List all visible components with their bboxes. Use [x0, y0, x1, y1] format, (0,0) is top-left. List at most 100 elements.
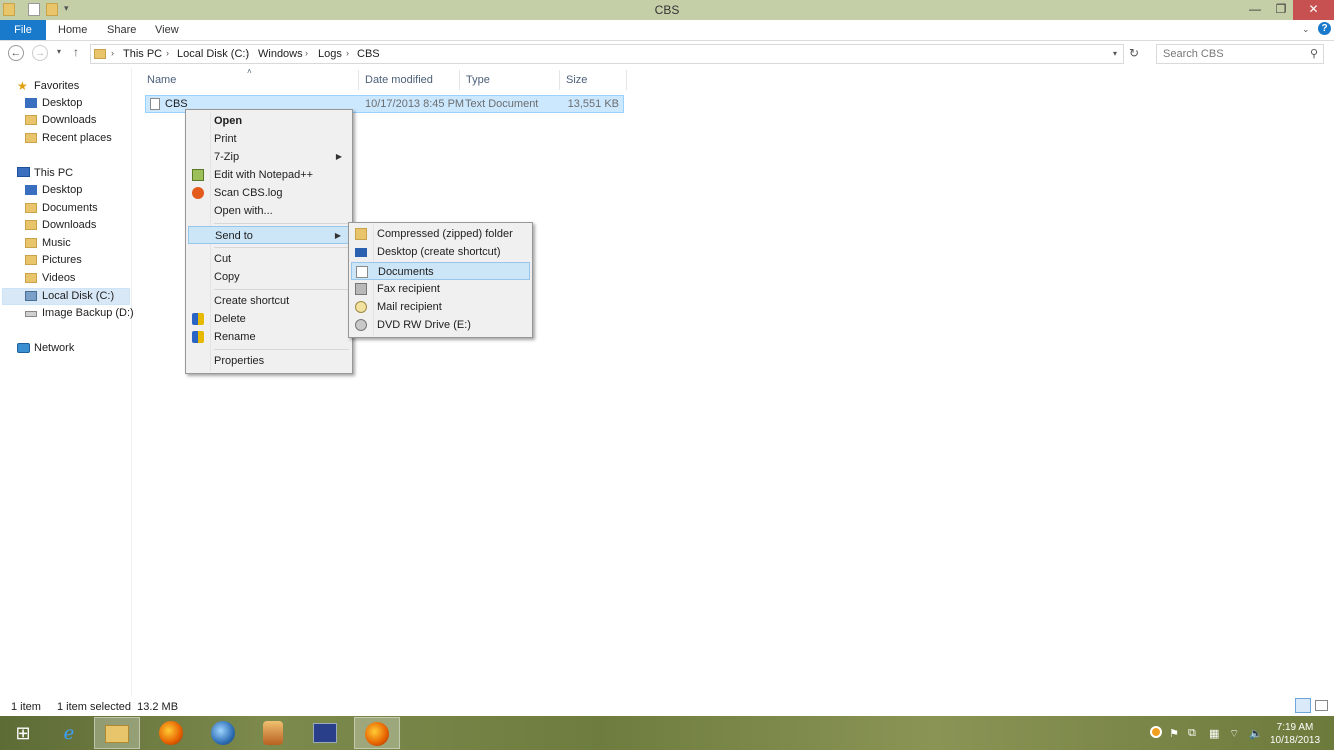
nav-favorites-downloads[interactable]: Downloads	[25, 112, 96, 129]
file-type: Text Document	[465, 98, 539, 110]
menu-item-rename[interactable]: Rename	[188, 328, 350, 346]
start-icon[interactable]: ⊞	[0, 717, 46, 749]
search-icon[interactable]: ⚲	[1310, 47, 1318, 60]
breadcrumb-logs[interactable]: Logs	[318, 48, 342, 60]
column-divider[interactable]	[626, 70, 627, 90]
sendto-documents[interactable]: Documents	[351, 262, 530, 280]
firefox-icon[interactable]	[148, 717, 194, 749]
window-title: CBS	[654, 3, 680, 17]
sendto-fax-recipient[interactable]: Fax recipient	[351, 280, 530, 298]
network-icon	[17, 343, 30, 353]
nav-favorites-desktop[interactable]: Desktop	[25, 95, 82, 112]
menu-item-delete[interactable]: Delete	[188, 310, 350, 328]
tab-home[interactable]: Home	[58, 20, 87, 40]
app-icon[interactable]	[250, 717, 296, 749]
address-row: ← → ▾ ↑ › This PC › Local Disk (C:) › Wi…	[0, 41, 1334, 67]
up-arrow-icon[interactable]: ↑	[73, 45, 79, 59]
back-button[interactable]: ←	[8, 45, 24, 61]
clock[interactable]: 7:19 AM 10/18/2013	[1266, 721, 1324, 747]
calendar-icon[interactable]: ▦	[1209, 727, 1219, 740]
close-button[interactable]: ✕	[1293, 0, 1334, 20]
recent-locations-icon[interactable]: ▾	[57, 47, 61, 56]
chevron-right-icon[interactable]: ›	[246, 48, 249, 58]
nav-pc-pictures[interactable]: Pictures	[25, 252, 82, 269]
address-bar[interactable]: › This PC › Local Disk (C:) › Windows › …	[90, 44, 1124, 64]
refresh-icon[interactable]: ↻	[1129, 46, 1139, 60]
navigation-pane	[0, 68, 132, 696]
firefox-icon[interactable]	[354, 717, 400, 749]
menu-item-print[interactable]: Print	[188, 130, 350, 148]
sendto-compressed-folder[interactable]: Compressed (zipped) folder	[351, 225, 530, 243]
chevron-right-icon[interactable]: ›	[305, 48, 308, 58]
antivirus-icon	[192, 187, 204, 199]
videos-icon	[25, 273, 37, 283]
file-explorer-icon[interactable]	[94, 717, 140, 749]
maximize-button[interactable]: ❐	[1268, 0, 1294, 20]
nav-pc-music[interactable]: Music	[25, 235, 71, 252]
large-icons-view-icon[interactable]	[1315, 700, 1328, 711]
nav-this-pc[interactable]: This PC	[34, 165, 73, 182]
wifi-icon[interactable]: ⌔	[1229, 727, 1239, 741]
column-header-type[interactable]: Type	[466, 74, 490, 86]
menu-item-properties[interactable]: Properties	[188, 352, 350, 370]
computer-icon	[17, 167, 30, 177]
breadcrumb-this-pc[interactable]: This PC	[123, 48, 162, 60]
tab-file[interactable]: File	[0, 20, 46, 40]
thunderbird-icon[interactable]	[200, 717, 246, 749]
nav-local-disk[interactable]: Local Disk (C:)	[25, 288, 114, 305]
breadcrumb-windows[interactable]: Windows	[258, 48, 303, 60]
drive-icon	[25, 311, 37, 317]
clock-time: 7:19 AM	[1276, 722, 1314, 733]
menu-item-copy[interactable]: Copy	[188, 268, 350, 286]
nav-pc-desktop[interactable]: Desktop	[25, 182, 82, 199]
nav-recent-places[interactable]: Recent places	[25, 130, 112, 147]
nav-pc-documents[interactable]: Documents	[25, 200, 98, 217]
avast-icon[interactable]	[1150, 726, 1162, 738]
action-center-flag-icon[interactable]: ⚑	[1169, 727, 1179, 740]
nav-image-backup[interactable]: Image Backup (D:)	[25, 305, 134, 322]
menu-item-scan[interactable]: Scan CBS.log	[188, 184, 350, 202]
nav-pc-downloads[interactable]: Downloads	[25, 217, 96, 234]
expand-ribbon-icon[interactable]: ⌄	[1302, 24, 1310, 35]
column-divider[interactable]	[358, 70, 359, 90]
help-icon[interactable]: ?	[1318, 22, 1331, 35]
chevron-right-icon[interactable]: ›	[346, 48, 349, 58]
menu-item-open[interactable]: Open	[188, 112, 350, 130]
column-divider[interactable]	[459, 70, 460, 90]
menu-item-open-with[interactable]: Open with...	[188, 202, 350, 220]
network-icon[interactable]: ⧉	[1188, 727, 1196, 740]
column-header-name[interactable]: Name	[147, 74, 176, 86]
nav-favorites[interactable]: Favorites	[34, 78, 79, 95]
nav-network[interactable]: Network	[34, 340, 74, 357]
address-dropdown-icon[interactable]: ▾	[1113, 49, 1117, 58]
menu-item-send-to[interactable]: Send to ▶	[188, 226, 350, 244]
breadcrumb-cbs[interactable]: CBS	[357, 48, 380, 60]
sendto-mail-recipient[interactable]: Mail recipient	[351, 298, 530, 316]
internet-explorer-icon[interactable]: ℯ	[46, 717, 92, 749]
column-header-date-modified[interactable]: Date modified	[365, 74, 433, 86]
downloads-icon	[25, 220, 37, 230]
status-item-count: 1 item	[11, 701, 41, 713]
sendto-desktop-shortcut[interactable]: Desktop (create shortcut)	[351, 243, 530, 261]
details-view-icon[interactable]	[1295, 698, 1311, 713]
minimize-button[interactable]: —	[1242, 0, 1268, 20]
downloads-icon	[25, 115, 37, 125]
tab-view[interactable]: View	[155, 20, 179, 40]
breadcrumb-local-disk[interactable]: Local Disk (C:)	[177, 48, 249, 60]
tab-share[interactable]: Share	[107, 20, 136, 40]
shield-icon	[192, 331, 204, 343]
column-header-size[interactable]: Size	[566, 74, 587, 86]
recent-places-icon	[25, 133, 37, 143]
menu-item-create-shortcut[interactable]: Create shortcut	[188, 292, 350, 310]
column-divider[interactable]	[559, 70, 560, 90]
nav-pc-videos[interactable]: Videos	[25, 270, 75, 287]
menu-item-7zip[interactable]: 7-Zip ▶	[188, 148, 350, 166]
menu-item-edit-notepadpp[interactable]: Edit with Notepad++	[188, 166, 350, 184]
chevron-right-icon[interactable]: ›	[166, 48, 169, 58]
sendto-dvd-drive[interactable]: DVD RW Drive (E:)	[351, 316, 530, 334]
menu-item-cut[interactable]: Cut	[188, 250, 350, 268]
volume-icon[interactable]: 🔈	[1249, 727, 1263, 740]
search-input[interactable]: Search CBS ⚲	[1156, 44, 1324, 64]
forward-button[interactable]: →	[32, 45, 48, 61]
task-manager-icon[interactable]	[302, 717, 348, 749]
